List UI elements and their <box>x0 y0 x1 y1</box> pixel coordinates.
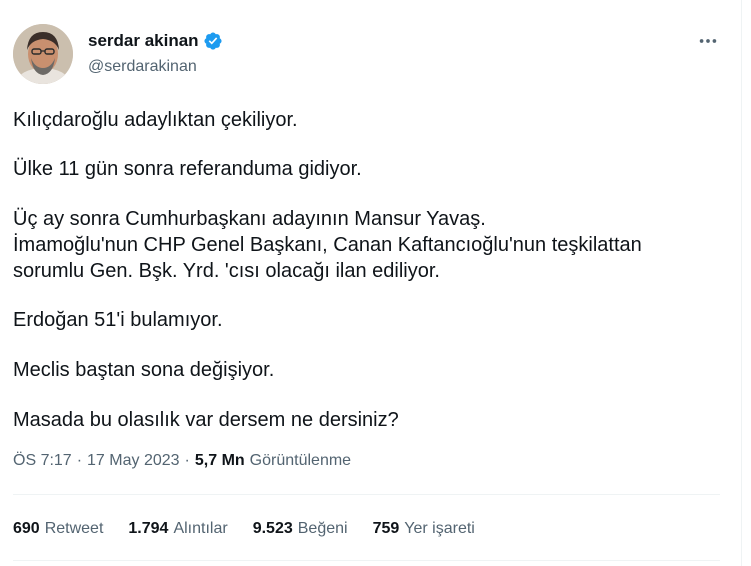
tweet-line: Meclis baştan sona değişiyor. <box>13 359 275 381</box>
tweet-date[interactable]: 17 May 2023 <box>87 452 180 470</box>
bookmarks-count: 759 <box>372 520 400 537</box>
quotes-count: 1.794 <box>128 520 169 537</box>
meta-separator: · <box>184 452 190 469</box>
tweet-line: Üç ay sonra Cumhurbaşkanı adayının Mansu… <box>13 208 486 230</box>
quotes-stat[interactable]: 1.794 Alıntılar <box>128 520 227 538</box>
tweet-line: İmamoğlu'nun CHP Genel Başkanı, Canan Ka… <box>13 234 642 256</box>
quotes-label: Alıntılar <box>173 520 228 537</box>
bookmarks-stat[interactable]: 759 Yer işareti <box>373 520 475 538</box>
tweet-line: Kılıçdaroğlu adaylıktan çekiliyor. <box>13 109 298 131</box>
tweet-meta: ÖS 7:17 · 17 May 2023 · 5,7 Mn Görüntüle… <box>13 452 351 470</box>
meta-separator: · <box>76 452 83 469</box>
views-label: Görüntülenme <box>249 452 352 469</box>
tweet-card: serdar akinan @serdarakinan Kılıçdaroğlu… <box>0 0 742 566</box>
divider <box>13 560 720 561</box>
tweet-line: Ülke 11 gün sonra referanduma gidiyor. <box>13 158 362 180</box>
likes-stat[interactable]: 9.523 Beğeni <box>253 520 348 538</box>
more-options-icon[interactable] <box>697 30 719 58</box>
retweets-label: Retweet <box>44 520 104 537</box>
verified-badge-icon <box>203 31 223 51</box>
likes-label: Beğeni <box>297 520 348 537</box>
author-name-row[interactable]: serdar akinan <box>88 31 223 51</box>
bookmarks-label: Yer işareti <box>404 520 475 537</box>
tweet-line: Masada bu olasılık var dersem ne dersini… <box>13 409 399 431</box>
engagement-stats: 690 Retweet 1.794 Alıntılar 9.523 Beğeni… <box>13 520 500 538</box>
tweet-line: sorumlu Gen. Bşk. Yrd. 'cısı olacağı ila… <box>13 260 440 282</box>
views-count: 5,7 Mn <box>194 452 245 469</box>
likes-count: 9.523 <box>252 520 293 537</box>
avatar[interactable] <box>13 24 73 84</box>
tweet-time[interactable]: ÖS 7:17 <box>13 452 72 470</box>
author-name[interactable]: serdar akinan <box>88 31 199 51</box>
avatar-photo <box>13 24 73 84</box>
tweet-line: Erdoğan 51'i bulamıyor. <box>13 309 223 331</box>
divider <box>13 494 720 495</box>
author-handle[interactable]: @serdarakinan <box>88 58 197 76</box>
retweets-stat[interactable]: 690 Retweet <box>13 520 103 538</box>
retweets-count: 690 <box>13 520 40 537</box>
